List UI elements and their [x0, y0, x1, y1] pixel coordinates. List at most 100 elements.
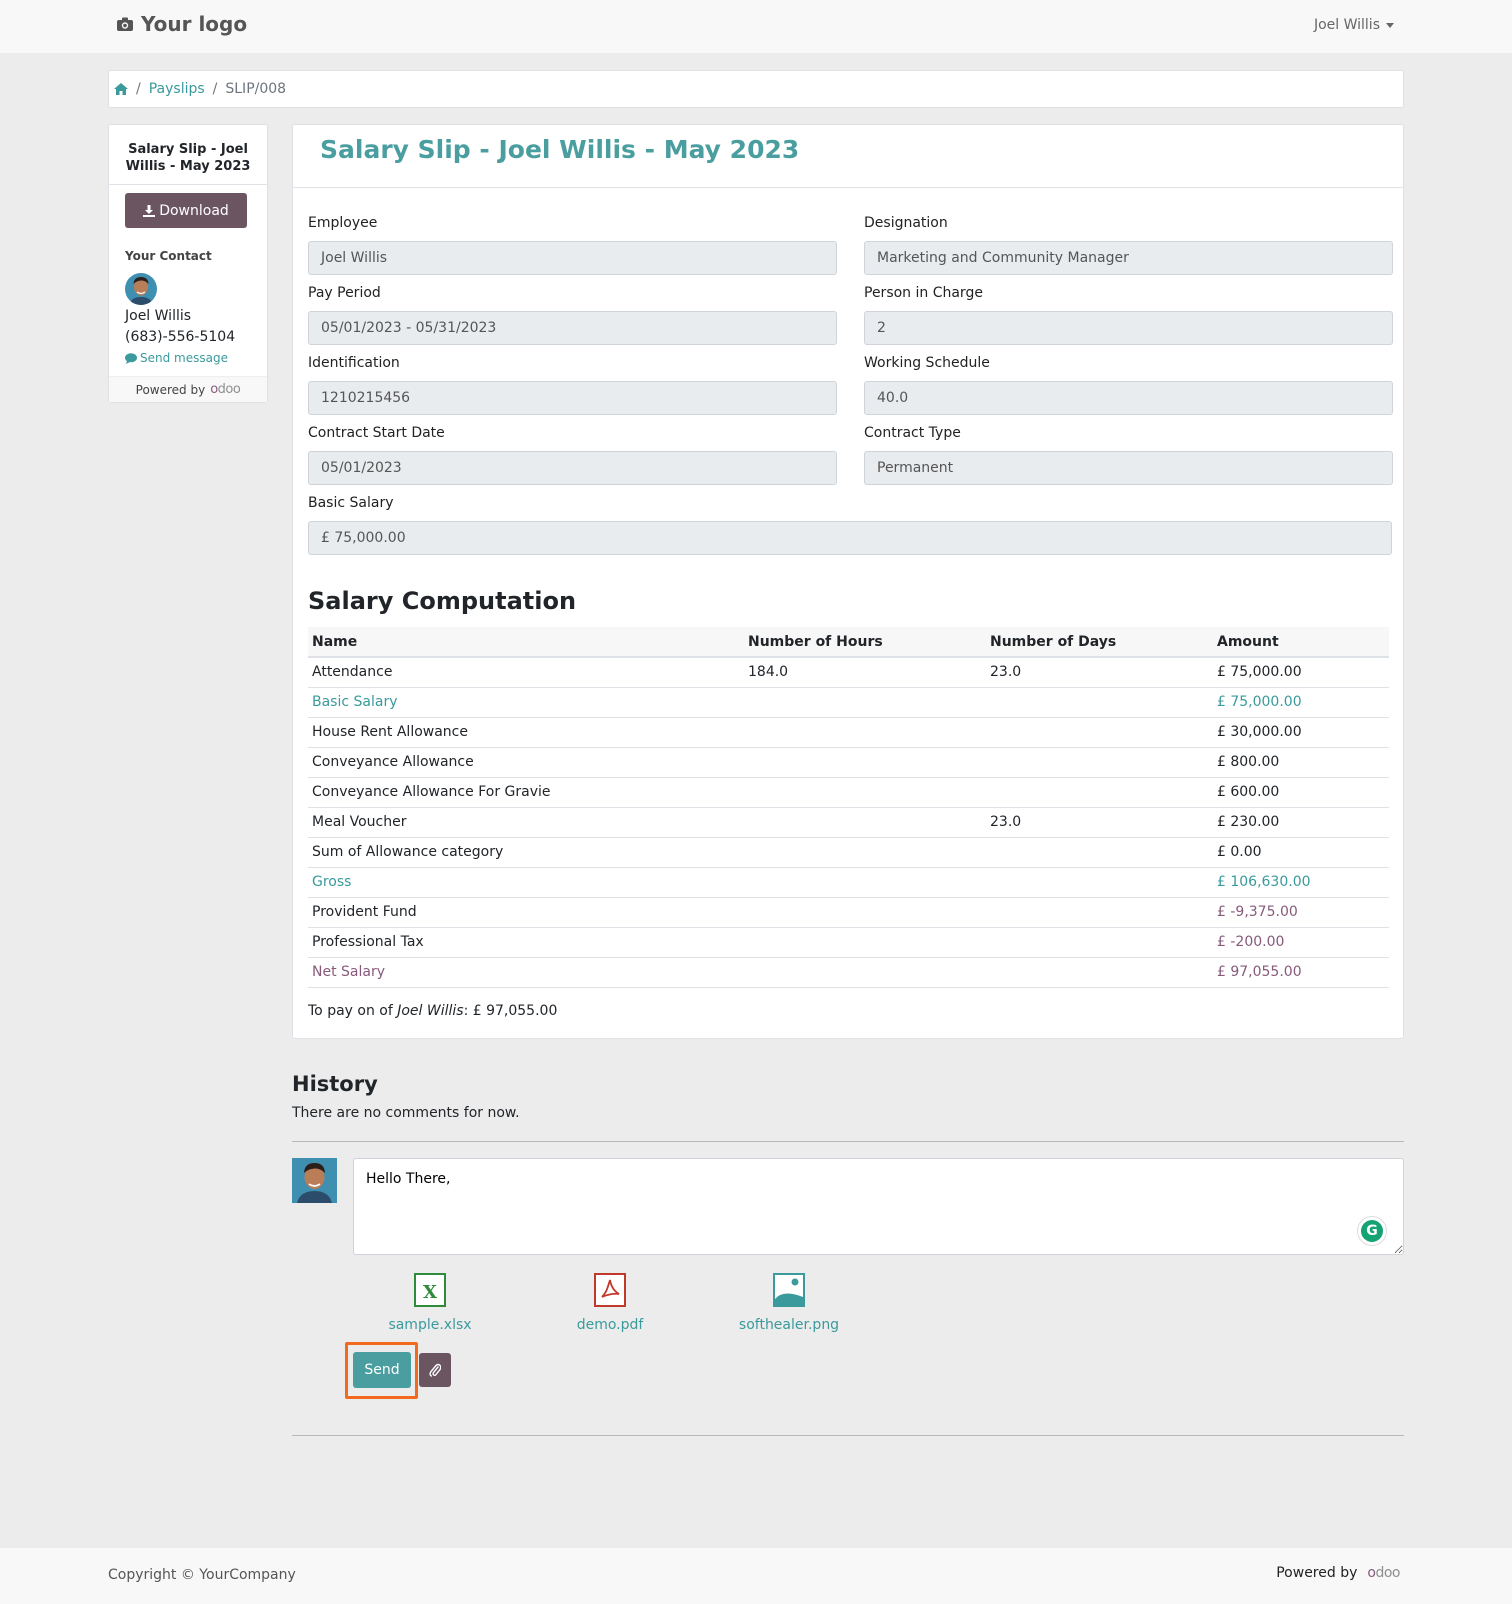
odoo-logo-icon[interactable]: odoo [1367, 1565, 1400, 1581]
to-pay-name: Joel Willis [397, 1003, 464, 1019]
working-schedule-field: 40.0 [864, 381, 1393, 415]
cell-days [986, 747, 1213, 778]
page-footer: Copyright © YourCompany Powered by odoo [0, 1548, 1512, 1604]
employee-label: Employee [308, 215, 378, 231]
breadcrumb-separator: / [212, 81, 218, 97]
cell-amount: £ 75,000.00 [1213, 657, 1389, 688]
history-title: History [292, 1072, 378, 1096]
company-logo[interactable]: Your logo [117, 12, 247, 36]
cell-days [986, 867, 1213, 898]
cell-amount: £ 0.00 [1213, 837, 1389, 868]
grammarly-icon[interactable]: G [1357, 1216, 1387, 1246]
basic-salary-field: £ 75,000.00 [308, 521, 1392, 555]
column-header-amount: Amount [1213, 627, 1389, 658]
table-row: Meal Voucher 23.0 £ 230.00 [308, 807, 1389, 838]
basic-salary-label: Basic Salary [308, 495, 394, 511]
cell-hours [744, 687, 986, 718]
table-row: Conveyance Allowance £ 800.00 [308, 747, 1389, 778]
working-schedule-label: Working Schedule [864, 355, 990, 371]
page-title: Salary Slip - Joel Willis - May 2023 [320, 135, 800, 164]
user-name: Joel Willis [1313, 17, 1380, 33]
table-row: Gross £ 106,630.00 [308, 867, 1389, 898]
send-message-link[interactable]: Send message [125, 351, 228, 365]
sidebar-title: Salary Slip - Joel Willis - May 2023 [109, 125, 267, 185]
divider [292, 1435, 1404, 1436]
table-row: Conveyance Allowance For Gravie £ 600.00 [308, 777, 1389, 808]
download-icon [143, 204, 156, 217]
employee-field: Joel Willis [308, 241, 837, 275]
cell-hours [744, 957, 986, 988]
breadcrumb: / Payslips / SLIP/008 [108, 70, 1404, 108]
cell-days [986, 717, 1213, 748]
cell-amount: £ 106,630.00 [1213, 867, 1389, 898]
image-file-icon [773, 1273, 805, 1307]
cell-days [986, 897, 1213, 928]
cell-amount: £ -200.00 [1213, 927, 1389, 958]
attachment-name: demo.pdf [576, 1317, 644, 1333]
cell-name: Sum of Allowance category [308, 837, 744, 868]
camera-icon [117, 17, 133, 31]
table-row: Net Salary £ 97,055.00 [308, 957, 1389, 988]
cell-name: Professional Tax [308, 927, 744, 958]
breadcrumb-current: SLIP/008 [225, 81, 287, 97]
footer-powered-by: Powered by odoo [1276, 1565, 1400, 1581]
divider [293, 187, 1403, 188]
author-avatar [292, 1158, 337, 1203]
cell-days [986, 777, 1213, 808]
salary-computation-title: Salary Computation [308, 587, 577, 615]
breadcrumb-separator: / [136, 81, 141, 97]
column-header-days: Number of Days [986, 627, 1213, 658]
cell-name: Meal Voucher [308, 807, 744, 838]
table-row: Professional Tax £ -200.00 [308, 927, 1389, 958]
message-input[interactable] [353, 1158, 1404, 1255]
cell-hours: 184.0 [744, 657, 986, 688]
designation-field: Marketing and Community Manager [864, 241, 1393, 275]
to-pay-amount: : £ 97,055.00 [463, 1003, 558, 1019]
breadcrumb-payslips-link[interactable]: Payslips [149, 81, 205, 97]
attachment-pdf[interactable]: demo.pdf [550, 1273, 670, 1333]
contract-start-field: 05/01/2023 [308, 451, 837, 485]
cell-days [986, 837, 1213, 868]
cell-name: Gross [308, 867, 744, 898]
no-comments-text: There are no comments for now. [292, 1105, 520, 1121]
cell-name: Provident Fund [308, 897, 744, 928]
person-in-charge-label: Person in Charge [864, 285, 983, 301]
cell-hours [744, 747, 986, 778]
table-row: Provident Fund £ -9,375.00 [308, 897, 1389, 928]
cell-amount: £ 30,000.00 [1213, 717, 1389, 748]
cell-amount: £ 75,000.00 [1213, 687, 1389, 718]
send-message-label: Send message [140, 351, 228, 365]
table-row: House Rent Allowance £ 30,000.00 [308, 717, 1389, 748]
pay-period-label: Pay Period [308, 285, 381, 301]
column-header-name: Name [308, 627, 744, 658]
column-header-hours: Number of Hours [744, 627, 986, 658]
cell-name: Attendance [308, 657, 744, 688]
contract-type-field: Permanent [864, 451, 1393, 485]
send-button[interactable]: Send [353, 1352, 411, 1388]
home-icon[interactable] [114, 83, 128, 95]
cell-amount: £ -9,375.00 [1213, 897, 1389, 928]
powered-by-label: Powered by [135, 382, 206, 397]
cell-name: Conveyance Allowance [308, 747, 744, 778]
attachment-png[interactable]: softhealer.png [729, 1273, 849, 1333]
attachment-xlsx[interactable]: X sample.xlsx [370, 1273, 490, 1333]
odoo-logo-icon[interactable]: odoo [210, 382, 241, 397]
top-navbar: Your logo Joel Willis [0, 0, 1512, 53]
cell-hours [744, 717, 986, 748]
identification-label: Identification [308, 355, 400, 371]
powered-by-label: Powered by [1276, 1565, 1358, 1581]
cell-amount: £ 800.00 [1213, 747, 1389, 778]
cell-hours [744, 897, 986, 928]
download-button[interactable]: Download [125, 193, 247, 228]
contact-phone: (683)-556-5104 [125, 329, 236, 345]
user-menu-dropdown[interactable]: Joel Willis [1314, 17, 1394, 33]
salary-computation-table: Name Number of Hours Number of Days Amou… [308, 627, 1389, 988]
cell-hours [744, 807, 986, 838]
contact-heading: Your Contact [125, 249, 212, 263]
cell-name: Basic Salary [308, 687, 744, 718]
comment-icon [125, 352, 137, 364]
contact-avatar [125, 273, 157, 305]
contract-type-label: Contract Type [864, 425, 961, 441]
attach-file-button[interactable] [419, 1353, 451, 1387]
cell-amount: £ 230.00 [1213, 807, 1389, 838]
